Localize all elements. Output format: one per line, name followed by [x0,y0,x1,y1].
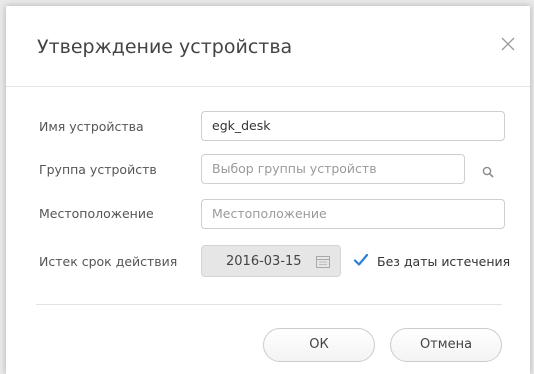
location-placeholder: Местоположение [212,206,327,221]
search-icon [482,166,494,178]
device-group-placeholder: Выбор группы устройств [212,161,377,176]
device-name-input[interactable]: egk_desk [201,111,505,141]
dialog-title: Утверждение устройства [37,36,293,58]
close-button[interactable] [500,36,516,52]
expiration-date-field[interactable]: 2016-03-15 [201,245,341,277]
location-label: Местоположение [39,206,154,221]
no-expiry-label[interactable]: Без даты истечения [377,254,510,269]
dialog-header: Утверждение устройства [6,6,530,87]
device-group-label: Группа устройств [39,162,157,177]
search-button[interactable] [482,163,494,178]
close-icon [501,37,515,51]
ok-button[interactable]: ОК [263,328,375,362]
device-name-label: Имя устройства [39,119,144,134]
cancel-button[interactable]: Отмена [390,328,502,362]
location-input[interactable]: Местоположение [201,199,505,229]
expiration-label: Истек срок действия [39,254,178,269]
expiration-date-value: 2016-03-15 [226,254,302,269]
calendar-icon[interactable] [316,255,330,268]
device-group-input[interactable]: Выбор группы устройств [201,154,465,184]
check-icon [353,253,369,266]
device-name-value: egk_desk [212,118,271,133]
no-expiry-checkbox[interactable] [353,252,369,268]
divider [36,304,502,305]
device-approval-dialog: Утверждение устройства Имя устройства eg… [6,6,530,374]
